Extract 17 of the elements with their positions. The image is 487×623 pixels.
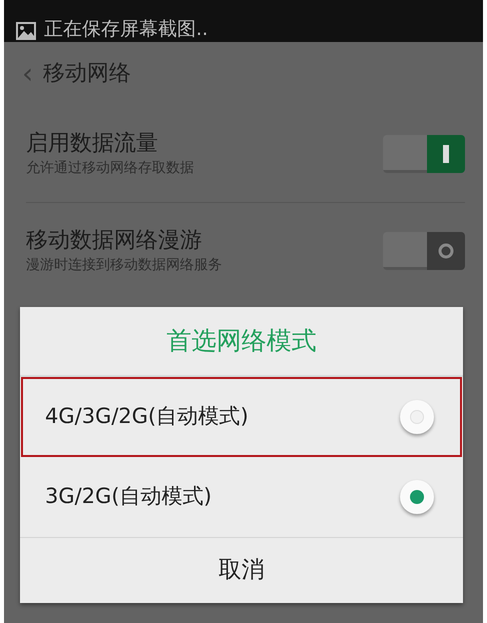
picture-icon: [16, 22, 36, 40]
network-mode-option[interactable]: 4G/3G/2G(自动模式): [21, 377, 462, 457]
page-title: 移动网络: [43, 60, 132, 88]
option-label: 4G/3G/2G(自动模式): [45, 403, 248, 430]
setting-title: 移动数据网络漫游: [26, 227, 203, 255]
cancel-button[interactable]: 取消: [20, 537, 463, 603]
setting-title: 启用数据流量: [26, 130, 159, 158]
radio-button[interactable]: [400, 480, 434, 514]
toggle-switch[interactable]: [383, 232, 465, 270]
on-bar-icon: [443, 144, 449, 162]
option-label: 3G/2G(自动模式): [45, 483, 212, 510]
notification-text: 正在保存屏幕截图..: [44, 18, 208, 40]
network-mode-option[interactable]: 3G/2G(自动模式): [21, 457, 462, 537]
toggle-switch[interactable]: [383, 134, 465, 172]
radio-button[interactable]: [400, 400, 434, 434]
dialog-title: 首选网络模式: [20, 307, 463, 377]
off-ring-icon: [438, 243, 454, 259]
